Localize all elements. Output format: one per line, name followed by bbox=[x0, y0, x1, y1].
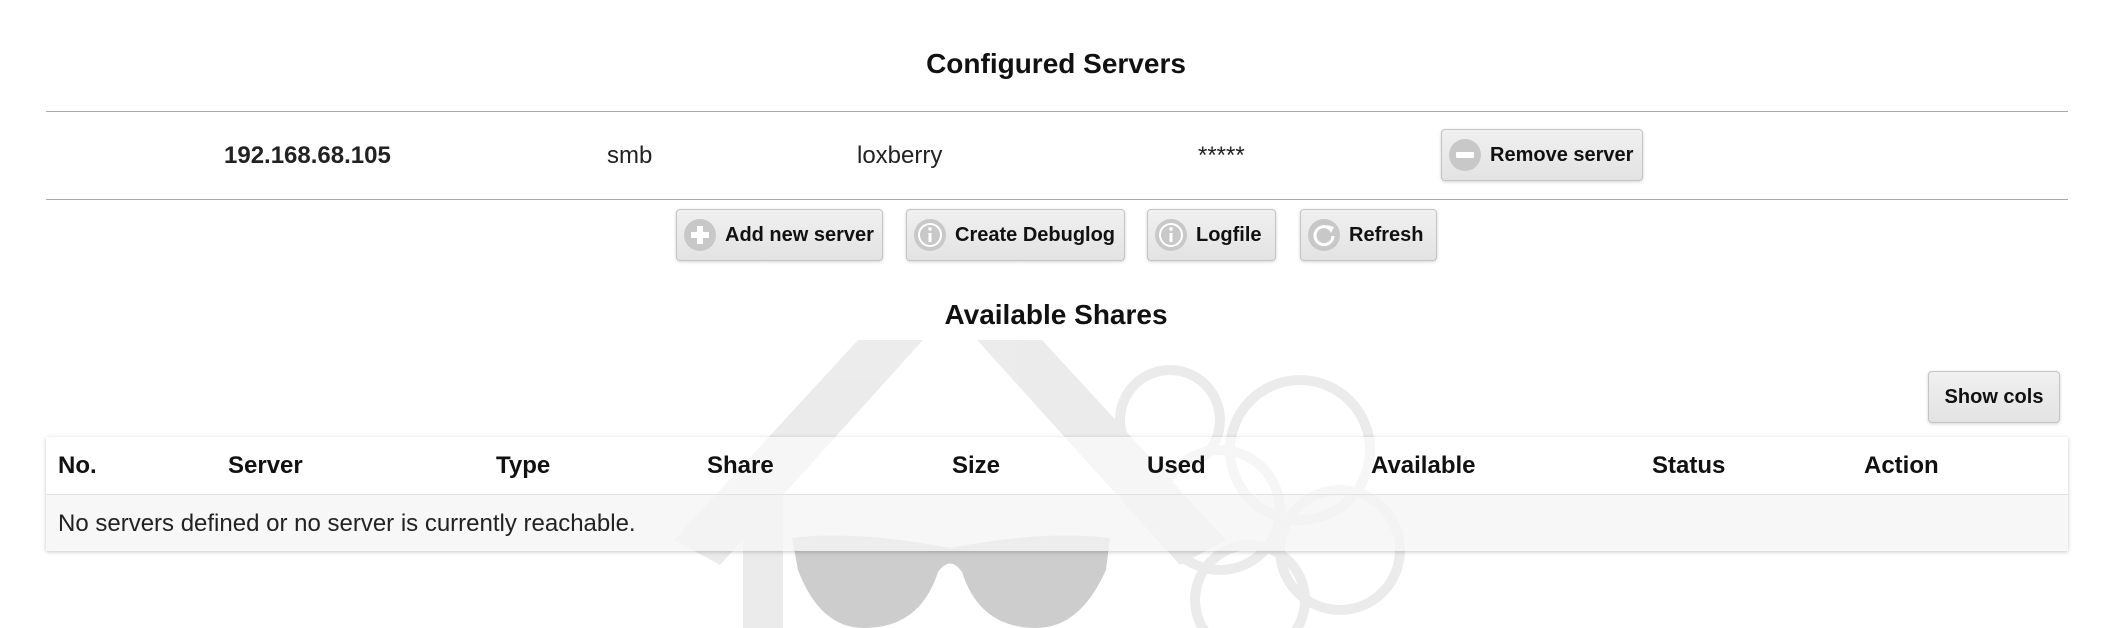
divider-top bbox=[46, 111, 2068, 112]
table-header: No. Server Type Share Size Used Availabl… bbox=[46, 437, 2068, 495]
server-host: 192.168.68.105 bbox=[224, 142, 391, 169]
remove-server-button[interactable]: Remove server bbox=[1441, 129, 1643, 181]
refresh-label: Refresh bbox=[1349, 223, 1424, 246]
info-circle-icon bbox=[914, 219, 946, 251]
add-server-button[interactable]: Add new server bbox=[676, 209, 883, 261]
column-header-available[interactable]: Available bbox=[1371, 452, 1476, 480]
column-header-action[interactable]: Action bbox=[1864, 452, 1939, 480]
column-header-share[interactable]: Share bbox=[707, 452, 774, 480]
logfile-label: Logfile bbox=[1196, 223, 1262, 246]
column-header-server[interactable]: Server bbox=[228, 452, 303, 480]
column-header-no[interactable]: No. bbox=[58, 452, 97, 480]
column-header-status[interactable]: Status bbox=[1652, 452, 1725, 480]
show-cols-label: Show cols bbox=[1944, 385, 2044, 408]
show-cols-button[interactable]: Show cols bbox=[1928, 371, 2060, 423]
add-server-label: Add new server bbox=[725, 223, 874, 246]
empty-table-message: No servers defined or no server is curre… bbox=[58, 510, 636, 537]
minus-circle-icon bbox=[1449, 139, 1481, 171]
info-circle-icon bbox=[1155, 219, 1187, 251]
configured-servers-title: Configured Servers bbox=[926, 48, 1186, 79]
server-username: loxberry bbox=[857, 142, 943, 169]
plus-circle-icon bbox=[684, 219, 716, 251]
available-shares-title: Available Shares bbox=[944, 299, 1168, 330]
refresh-icon bbox=[1308, 219, 1340, 251]
create-debuglog-button[interactable]: Create Debuglog bbox=[906, 209, 1125, 261]
divider-bottom bbox=[46, 199, 2068, 200]
column-header-type[interactable]: Type bbox=[496, 452, 550, 480]
column-header-size[interactable]: Size bbox=[952, 452, 1000, 480]
create-debuglog-label: Create Debuglog bbox=[955, 223, 1116, 246]
logfile-button[interactable]: Logfile bbox=[1147, 209, 1276, 261]
column-header-used[interactable]: Used bbox=[1147, 452, 1206, 480]
refresh-button[interactable]: Refresh bbox=[1300, 209, 1437, 261]
shares-table: No. Server Type Share Size Used Availabl… bbox=[46, 437, 2068, 551]
server-type: smb bbox=[607, 142, 653, 169]
remove-server-label: Remove server bbox=[1490, 143, 1634, 166]
table-row: No servers defined or no server is curre… bbox=[46, 495, 2068, 551]
server-password: ***** bbox=[1198, 142, 1245, 169]
